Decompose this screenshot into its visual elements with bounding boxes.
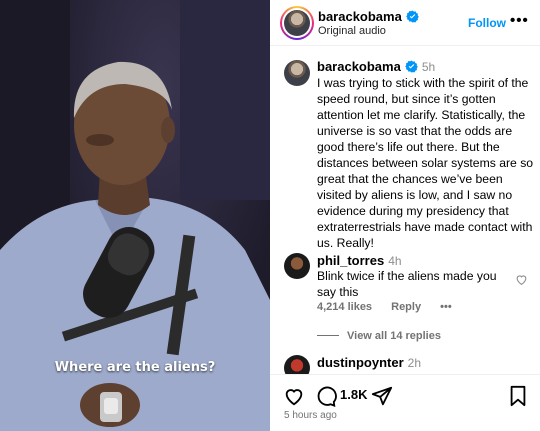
caption-avatar[interactable] <box>284 60 310 86</box>
action-bar: 1.8K 5 hours ago <box>270 374 540 431</box>
comment-text: Blink twice if the aliens made you say t… <box>317 269 497 299</box>
reply-button[interactable]: Reply <box>391 301 421 313</box>
like-heart-icon[interactable] <box>283 385 305 407</box>
video-player[interactable]: Where are the aliens? <box>0 0 270 431</box>
comment-time: 4h <box>388 254 402 268</box>
caption-time: 5h <box>421 60 436 74</box>
post-time-ago: 5 hours ago <box>284 410 337 421</box>
verified-badge-icon <box>404 60 418 73</box>
comment-count: 1.8K <box>340 387 368 402</box>
comment-more-button[interactable]: ••• <box>440 301 452 313</box>
comment-meta: 4,214 likes Reply ••• <box>317 301 468 313</box>
follow-button[interactable]: Follow <box>468 16 506 30</box>
comment-username[interactable]: phil_torres 4h <box>317 253 402 268</box>
view-replies-button[interactable]: View all 14 replies <box>317 330 441 342</box>
comment-avatar[interactable] <box>284 253 310 279</box>
story-ring-avatar[interactable] <box>280 6 314 40</box>
save-bookmark-icon[interactable] <box>508 385 528 407</box>
caption-text: I was trying to stick with the spirit of… <box>317 76 534 250</box>
video-subtitle: Where are the aliens? <box>54 360 216 375</box>
comment-likes[interactable]: 4,214 likes <box>317 301 372 313</box>
post-panel: barackobama Original audio Follow ••• ba… <box>270 0 540 431</box>
avatar <box>284 10 310 36</box>
comment-like-heart-icon[interactable] <box>515 273 528 286</box>
comment-username[interactable]: dustinpoynter 2h <box>317 355 421 370</box>
original-audio-link[interactable]: Original audio <box>318 25 386 37</box>
comment-item: dustinpoynter 2h <box>270 355 540 374</box>
comment-bubble-icon[interactable] <box>315 385 337 407</box>
header-username[interactable]: barackobama <box>318 9 419 24</box>
comment-time: 2h <box>407 356 422 370</box>
replies-divider <box>317 335 339 336</box>
post-header: barackobama Original audio Follow ••• <box>270 0 540 46</box>
verified-badge-icon <box>405 10 419 23</box>
more-options-button[interactable]: ••• <box>510 12 529 29</box>
comment-avatar[interactable] <box>284 355 310 374</box>
share-paper-plane-icon[interactable] <box>371 385 393 407</box>
caption-username[interactable]: barackobama 5h <box>317 59 435 74</box>
